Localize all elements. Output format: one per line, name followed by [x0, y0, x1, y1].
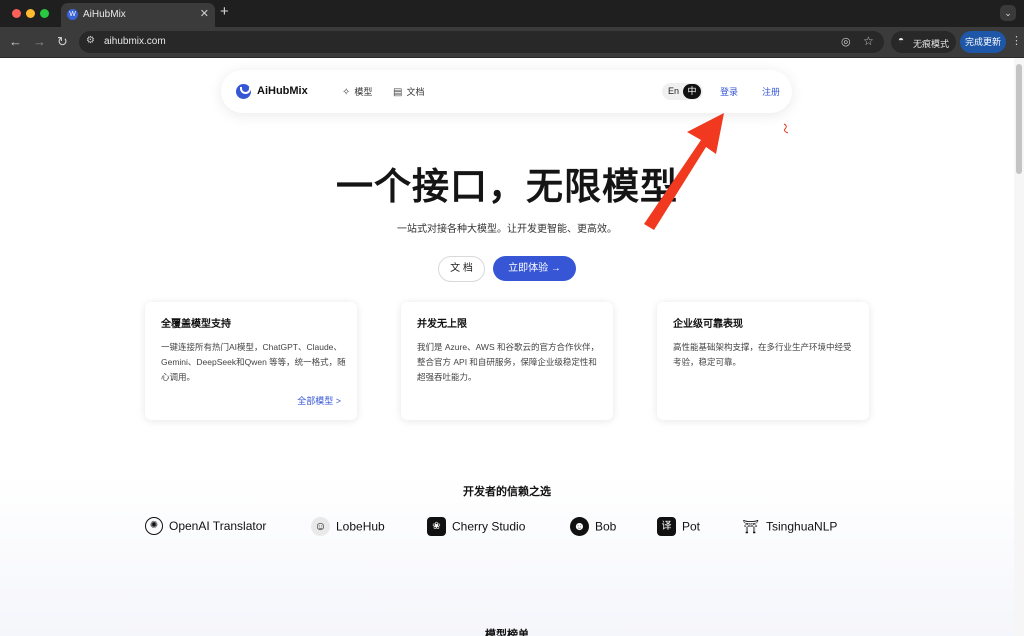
partner-pot: 译 Pot: [657, 517, 700, 536]
card-body: 高性能基础架构支撑，在多行业生产环境中经受考验，稳定可靠。: [673, 342, 852, 367]
nav-item-docs[interactable]: ▤ 文档: [393, 85, 424, 98]
partner-bob: ☻ Bob: [570, 517, 616, 536]
partner-cherry-studio: ❀ Cherry Studio: [427, 517, 525, 536]
lang-en-option[interactable]: En: [668, 86, 679, 96]
bob-logo-icon: ☻: [570, 517, 589, 536]
more-menu-icon[interactable]: ⋮: [1011, 34, 1022, 47]
site-info-icon[interactable]: ⚙: [86, 35, 95, 46]
card-title: 并发无上限: [417, 319, 467, 330]
incognito-label: 无痕模式: [913, 39, 950, 49]
docs-button[interactable]: 文 档: [438, 256, 485, 282]
lang-zh-option[interactable]: 中: [683, 84, 701, 99]
sparkle-icon: ✧: [342, 87, 351, 98]
url-text: aihubmix.com: [104, 36, 166, 47]
hero-subtitle: 一站式对接各种大模型。让开发更智能、更高效。: [397, 224, 617, 235]
openai-logo-icon: ✺: [145, 517, 163, 535]
zoom-window-button[interactable]: [40, 9, 49, 18]
address-bar[interactable]: ⚙ aihubmix.com ◎ ☆: [79, 31, 884, 53]
tab-title: AiHubMix: [83, 9, 126, 20]
tsinghua-gate-icon: ⛩: [742, 519, 759, 534]
card-title: 全覆盖模型支持: [161, 319, 231, 330]
browser-tab[interactable]: W AiHubMix ✕: [61, 3, 215, 27]
all-models-link[interactable]: 全部模型 >: [297, 394, 341, 407]
close-tab-icon[interactable]: ✕: [200, 7, 209, 20]
trust-heading: 开发者的信赖之选: [463, 486, 551, 498]
forward-arrow-icon[interactable]: →: [33, 34, 46, 49]
tracking-off-eye-icon[interactable]: ◎: [841, 35, 851, 48]
card-body: 一键连接所有热门AI模型，ChatGPT、Claude、Gemini、DeepS…: [161, 342, 346, 382]
update-button[interactable]: 完成更新: [960, 31, 1006, 53]
register-link[interactable]: 注册: [762, 85, 780, 98]
cherry-logo-icon: ❀: [427, 517, 446, 536]
feature-card-enterprise: 企业级可靠表现 高性能基础架构支撑，在多行业生产环境中经受考验，稳定可靠。: [657, 302, 869, 420]
card-title: 企业级可靠表现: [673, 319, 743, 330]
scrollbar-thumb[interactable]: [1016, 64, 1022, 174]
brand-name[interactable]: AiHubMix: [257, 85, 308, 97]
site-navbar: AiHubMix ✧ 模型 ▤ 文档 En 中 登录 注册: [221, 70, 792, 113]
aihubmix-logo-icon[interactable]: [236, 84, 251, 99]
document-icon: ▤: [393, 87, 403, 98]
close-window-button[interactable]: [12, 9, 21, 18]
reload-icon[interactable]: ↻: [57, 34, 68, 50]
partner-tsinghuanlp: ⛩ TsinghuaNLP: [742, 519, 838, 534]
bookmark-star-icon[interactable]: ☆: [863, 34, 874, 48]
model-ranking-heading: 模型榜单: [485, 629, 529, 636]
new-tab-icon[interactable]: +: [220, 3, 229, 20]
language-switch[interactable]: En 中: [662, 83, 703, 100]
login-link[interactable]: 登录: [720, 85, 738, 98]
browser-tab-bar: W AiHubMix ✕ + ⌄: [0, 0, 1024, 27]
partner-openai-translator: ✺ OpenAI Translator: [145, 517, 266, 535]
web-page: AiHubMix ✧ 模型 ▤ 文档 En 中 登录 注册 一个接口，无限模型 一站…: [0, 58, 1014, 636]
pot-logo-icon: 译: [657, 517, 676, 536]
try-now-button[interactable]: 立即体验 →: [493, 256, 576, 281]
card-body: 我们是 Azure、AWS 和谷歌云的官方合作伙伴，整合官方 API 和自研服务…: [417, 342, 599, 382]
feature-card-concurrency: 并发无上限 我们是 Azure、AWS 和谷歌云的官方合作伙伴，整合官方 API…: [401, 302, 613, 420]
lobehub-logo-icon: ☺: [311, 517, 330, 536]
hero-title: 一个接口，无限模型: [336, 165, 678, 208]
minimize-window-button[interactable]: [26, 9, 35, 18]
back-arrow-icon[interactable]: ←: [9, 34, 22, 49]
site-favicon-icon: W: [67, 9, 78, 20]
nav-item-models[interactable]: ✧ 模型: [342, 85, 372, 98]
incognito-icon: ◓: [898, 35, 905, 46]
incognito-indicator[interactable]: ◓ 无痕模式: [891, 31, 956, 53]
partner-lobehub: ☺ LobeHub: [311, 517, 385, 536]
tab-search-chevron-icon[interactable]: ⌄: [1000, 5, 1016, 21]
browser-toolbar: ← → ↻ ⚙ aihubmix.com ◎ ☆ ◓ 无痕模式 完成更新 ⋮: [0, 27, 1024, 58]
feature-card-models: 全覆盖模型支持 一键连接所有热门AI模型，ChatGPT、Claude、Gemi…: [145, 302, 357, 420]
